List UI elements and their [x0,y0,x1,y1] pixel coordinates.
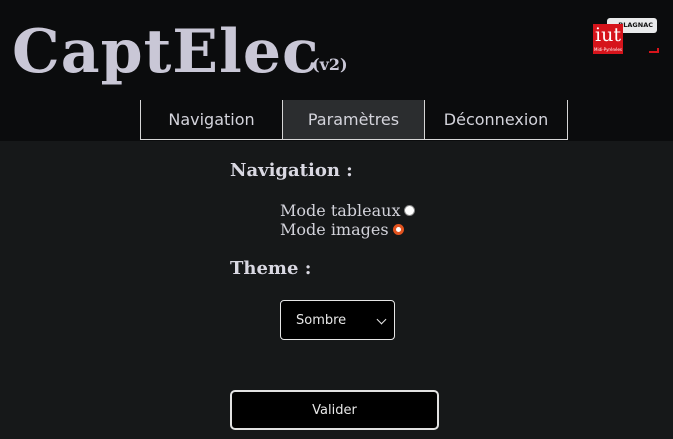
nav-tab-parametres[interactable]: Paramètres [282,100,425,140]
option-mode-tableaux[interactable]: Mode tableaux [280,201,416,220]
theme-select-value: Sombre [296,312,347,328]
main-nav: Navigation Paramètres Déconnexion [140,100,568,141]
logo-corner-mark [649,48,659,53]
radio-mode-tableaux[interactable] [404,205,416,216]
logo-sub-text: Midi-Pyrénées [594,47,622,52]
theme-section-title: Theme : [230,258,312,279]
chevron-down-icon [376,314,387,325]
option-mode-images[interactable]: Mode images [280,220,404,239]
validate-button[interactable]: Valider [230,390,439,430]
header: CaptElec (v2) BLAGNAC iut Midi-Pyrénées … [0,0,673,141]
navigation-section-title: Navigation : [230,160,353,181]
option-label: Mode images [280,220,389,239]
app-version: (v2) [312,55,348,74]
nav-tab-navigation[interactable]: Navigation [140,100,283,140]
app-title: CaptElec [12,17,320,87]
iut-logo: BLAGNAC iut Midi-Pyrénées [593,18,659,54]
logo-main-text: iut [595,24,621,46]
theme-select[interactable]: Sombre [280,300,395,340]
radio-mode-images[interactable] [392,224,404,235]
nav-tab-deconnexion[interactable]: Déconnexion [424,100,568,140]
option-label: Mode tableaux [280,201,401,220]
logo-badge: iut Midi-Pyrénées [593,24,623,54]
